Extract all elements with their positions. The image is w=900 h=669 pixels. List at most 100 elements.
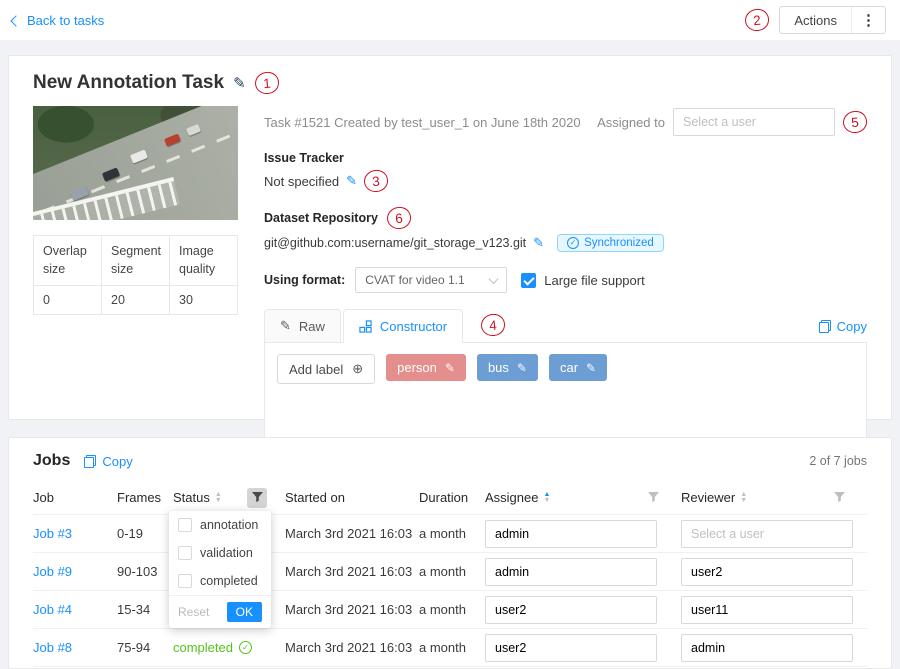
task-right-column: Task #1521 Created by test_user_1 on Jun… — [264, 106, 867, 448]
edit-icon[interactable]: ✎ — [586, 361, 596, 375]
edit-repository-icon[interactable]: ✎ — [533, 235, 544, 251]
column-header-status[interactable]: Status ▲ ▼ — [173, 488, 285, 508]
label-tag-car[interactable]: car ✎ — [549, 354, 607, 381]
job-assignee-input[interactable] — [485, 520, 657, 548]
job-row: Job #9 90-103 March 3rd 2021 16:03 a mon… — [33, 553, 867, 591]
callout-3: 3 — [363, 169, 389, 193]
sorter-icon[interactable]: ▲ ▼ — [740, 492, 747, 504]
param-header: Segment size — [102, 236, 170, 286]
job-reviewer-input[interactable] — [681, 520, 853, 548]
filter-option-completed[interactable]: completed — [169, 567, 271, 595]
column-header-started: Started on — [285, 490, 419, 505]
callout-2: 2 — [744, 8, 770, 32]
edit-icon[interactable]: ✎ — [445, 361, 455, 375]
job-row: Job #4 15-34 March 3rd 2021 16:03 a mont… — [33, 591, 867, 629]
filter-option-annotation[interactable]: annotation — [169, 511, 271, 539]
copy-icon — [819, 320, 831, 333]
job-started: March 3rd 2021 16:03 — [285, 526, 419, 541]
job-duration: a month — [419, 640, 485, 655]
job-link[interactable]: Job #4 — [33, 602, 72, 617]
caret-down-icon: ▼ — [215, 498, 222, 504]
jobs-card: Jobs Copy 2 of 7 jobs Job Frames Status … — [8, 437, 892, 669]
callout-5: 5 — [842, 110, 868, 134]
label-tag-person[interactable]: person ✎ — [386, 354, 466, 381]
add-label-button[interactable]: Add label ⊕ — [277, 354, 375, 384]
job-assignee-input[interactable] — [485, 634, 657, 662]
param-value: 0 — [34, 286, 102, 315]
assigned-to-label: Assigned to — [597, 115, 665, 130]
add-label-text: Add label — [289, 362, 343, 377]
column-header-assignee[interactable]: Assignee ▲ ▼ — [485, 488, 681, 508]
job-frames: 75-94 — [117, 640, 173, 655]
build-icon — [359, 320, 372, 333]
filter-status-icon[interactable] — [247, 488, 267, 508]
format-select[interactable]: CVAT for video 1.1 — [355, 267, 507, 293]
copy-jobs-button[interactable]: Copy — [84, 454, 132, 469]
job-row: Job #8 75-94 completed ✓ March 3rd 2021 … — [33, 629, 867, 667]
filter-reset-button[interactable]: Reset — [178, 605, 209, 619]
param-value: 30 — [170, 286, 238, 315]
reviewer-column-label: Reviewer — [681, 490, 735, 505]
param-header: Image quality — [170, 236, 238, 286]
task-preview-image — [33, 106, 238, 220]
job-assignee-input[interactable] — [485, 596, 657, 624]
edit-icon[interactable]: ✎ — [517, 361, 527, 375]
job-reviewer-input[interactable] — [681, 558, 853, 586]
tab-raw[interactable]: ✎ Raw — [264, 309, 341, 343]
job-started: March 3rd 2021 16:03 — [285, 640, 419, 655]
job-frames: 15-34 — [117, 602, 173, 617]
filter-option-label: completed — [200, 574, 258, 588]
tab-raw-label: Raw — [299, 319, 325, 334]
param-value: 20 — [102, 286, 170, 315]
large-file-support-checkbox[interactable]: Large file support — [521, 273, 644, 288]
labels-tabs: ✎ Raw Constructor 4 Copy — [264, 309, 867, 343]
back-to-tasks-link[interactable]: Back to tasks — [12, 13, 104, 28]
callout-6: 6 — [386, 206, 412, 230]
assignee-select-input[interactable] — [673, 108, 835, 136]
tab-constructor[interactable]: Constructor — [343, 309, 463, 343]
job-started: March 3rd 2021 16:03 — [285, 602, 419, 617]
job-frames: 0-19 — [117, 526, 173, 541]
top-bar: Back to tasks 2 Actions ⋮ — [0, 0, 900, 40]
filter-assignee-icon[interactable] — [643, 488, 663, 508]
task-title: New Annotation Task — [33, 72, 224, 94]
jobs-table: Job Frames Status ▲ ▼ Started on Duratio… — [33, 481, 867, 667]
job-link[interactable]: Job #3 — [33, 526, 72, 541]
job-assignee-input[interactable] — [485, 558, 657, 586]
filter-option-label: validation — [200, 546, 253, 560]
back-icon — [10, 15, 21, 26]
edit-issue-tracker-icon[interactable]: ✎ — [346, 173, 357, 189]
task-meta-text: Task #1521 Created by test_user_1 on Jun… — [264, 115, 581, 130]
filter-ok-button[interactable]: OK — [227, 602, 262, 622]
copy-labels-button[interactable]: Copy — [819, 319, 867, 334]
job-started: March 3rd 2021 16:03 — [285, 564, 419, 579]
label-tag-bus[interactable]: bus ✎ — [477, 354, 538, 381]
status-text: completed — [173, 640, 233, 655]
status-column-label: Status — [173, 490, 210, 505]
sorter-icon[interactable]: ▲ ▼ — [215, 492, 222, 504]
checkbox-unchecked-icon — [178, 574, 192, 588]
filter-option-validation[interactable]: validation — [169, 539, 271, 567]
dataset-repository-url: git@github.com:username/git_storage_v123… — [264, 236, 526, 250]
plus-circle-icon: ⊕ — [352, 361, 363, 377]
actions-button[interactable]: Actions ⋮ — [779, 6, 886, 34]
job-link[interactable]: Job #9 — [33, 564, 72, 579]
more-icon[interactable]: ⋮ — [851, 7, 885, 33]
large-file-support-label: Large file support — [544, 273, 644, 288]
edit-title-icon[interactable]: ✎ — [233, 74, 246, 92]
filter-reviewer-icon[interactable] — [829, 488, 849, 508]
sorter-icon[interactable]: ▲ ▼ — [543, 492, 550, 504]
job-duration: a month — [419, 526, 485, 541]
synchronized-badge-label: Synchronized — [584, 237, 654, 249]
job-reviewer-input[interactable] — [681, 596, 853, 624]
checkbox-checked-icon — [521, 273, 536, 288]
column-header-reviewer[interactable]: Reviewer ▲ ▼ — [681, 488, 867, 508]
tab-constructor-label: Constructor — [380, 319, 447, 334]
job-reviewer-input[interactable] — [681, 634, 853, 662]
job-status-completed: completed ✓ — [173, 640, 252, 655]
task-parameters-table: Overlap size Segment size Image quality … — [33, 235, 238, 315]
back-label: Back to tasks — [27, 13, 104, 28]
job-link[interactable]: Job #8 — [33, 640, 72, 655]
callout-4: 4 — [480, 313, 506, 337]
check-circle-icon: ✓ — [567, 237, 579, 249]
